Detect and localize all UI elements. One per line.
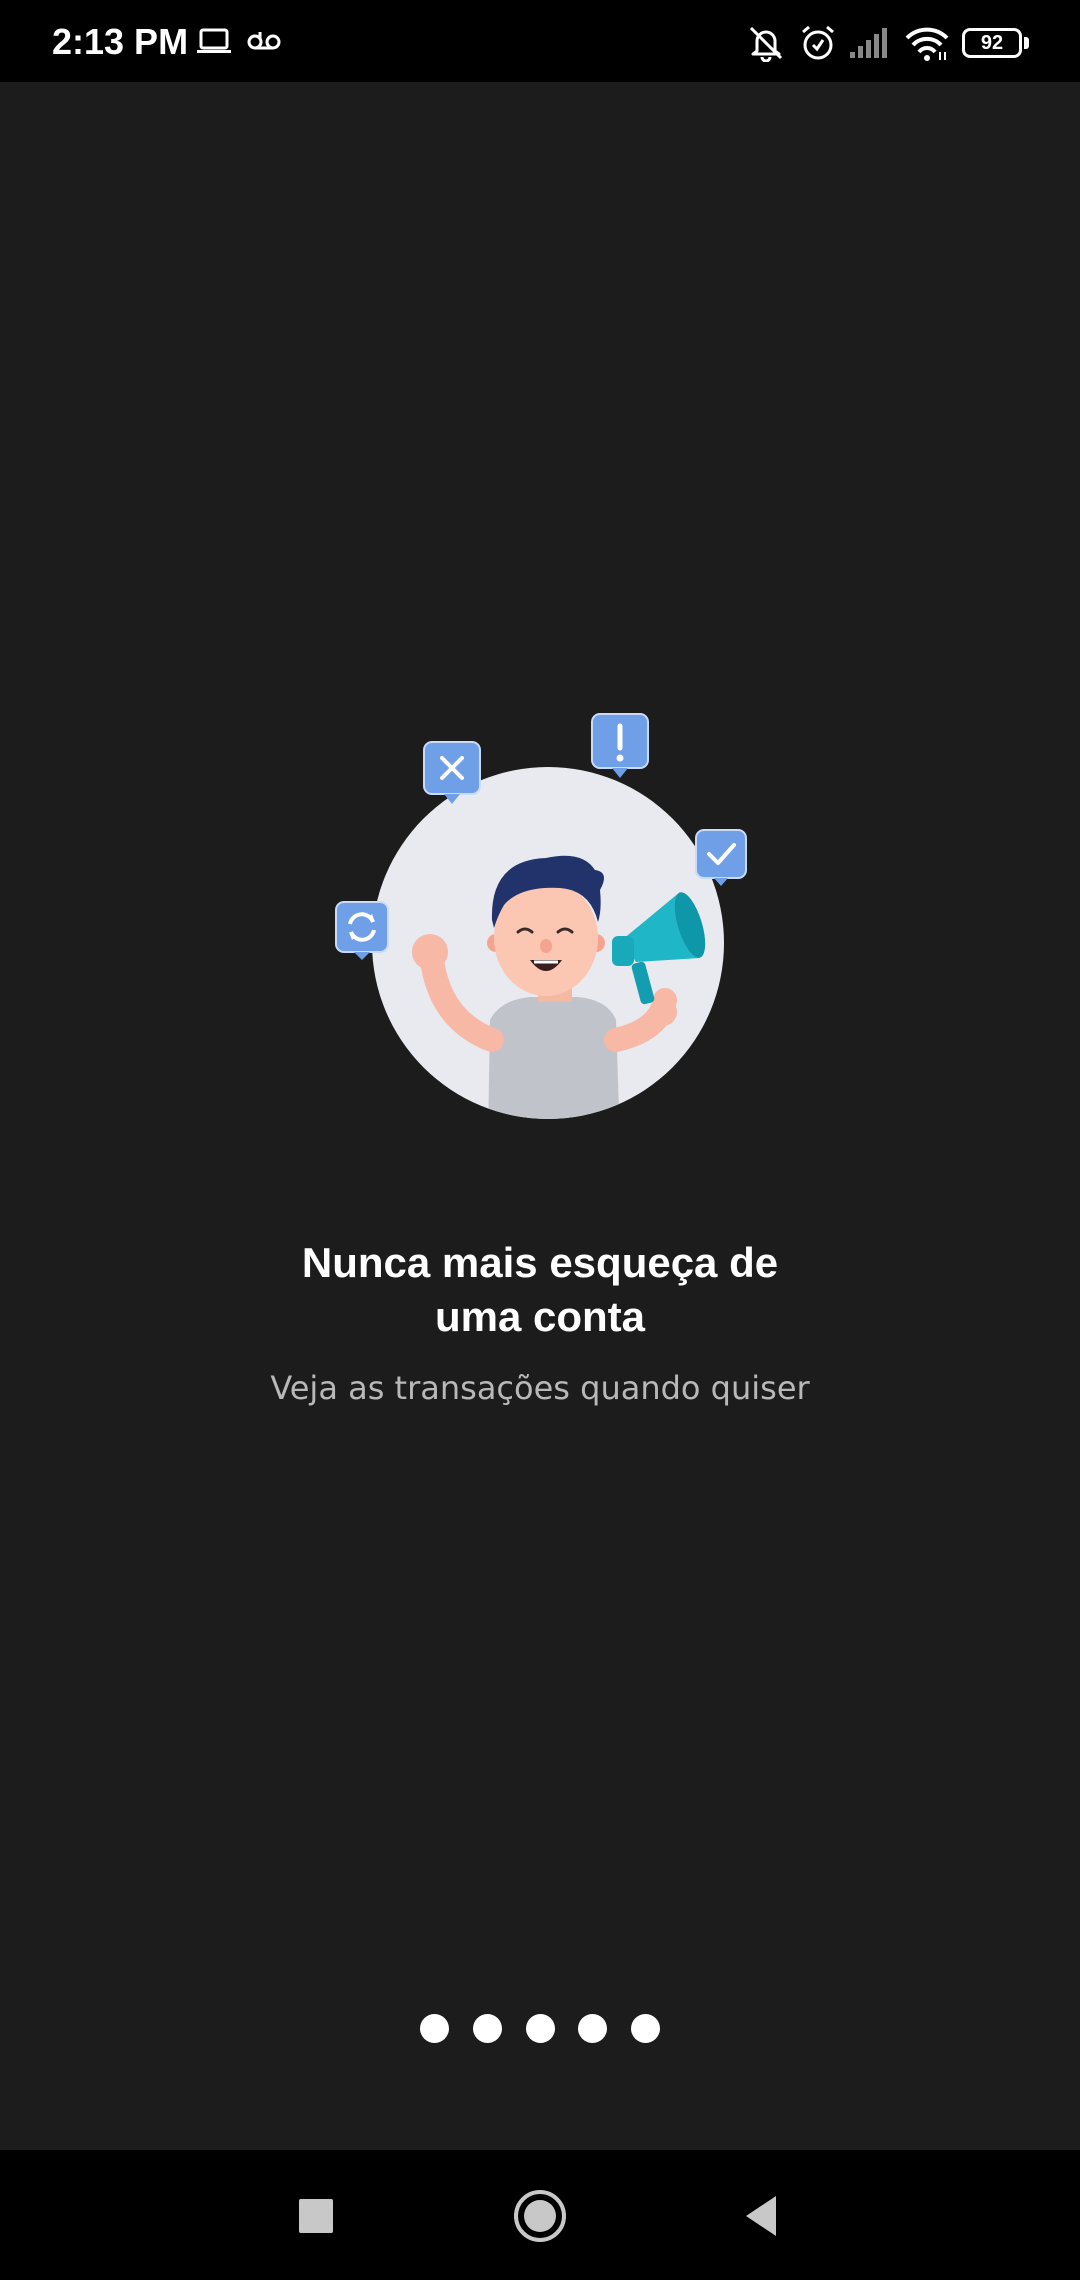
check-bubble-icon (695, 829, 747, 886)
battery-icon: 92 (962, 28, 1022, 58)
onboarding-title: Nunca mais esqueça de uma conta (140, 1236, 940, 1344)
voicemail-icon (247, 32, 281, 50)
home-button[interactable] (500, 2176, 580, 2256)
onboarding-illustration (335, 713, 747, 1119)
refresh-bubble-icon (335, 901, 389, 960)
triangle-back-icon (746, 2196, 776, 2236)
recents-button[interactable] (276, 2176, 356, 2256)
page-dot-5[interactable] (631, 2014, 660, 2043)
alarm-icon (802, 25, 834, 60)
page-dot-2[interactable] (472, 2014, 502, 2043)
page-indicator (420, 2014, 660, 2044)
page-dot-4[interactable] (578, 2014, 608, 2043)
exclamation-bubble-icon (591, 713, 649, 778)
status-time: 2:13 PM (52, 21, 189, 62)
square-icon (299, 2199, 333, 2233)
onboarding-subtitle: Veja as transações quando quiser (270, 1369, 810, 1407)
page-dot-3[interactable] (525, 2014, 555, 2043)
wifi-icon (905, 27, 949, 61)
signal-icon (850, 28, 887, 58)
status-bar: 2:13 PM 92 (0, 0, 1080, 82)
back-button[interactable] (722, 2176, 802, 2256)
title-line-1: Nunca mais esqueça de (301, 1239, 779, 1286)
circle-home-icon (514, 2190, 566, 2242)
battery-tip (1024, 37, 1029, 49)
onboarding-screen: 2:13 PM 92 Nunca mais esqueça de uma con… (0, 0, 1080, 2280)
bell-off-icon (749, 26, 783, 62)
title-line-2: uma conta (434, 1293, 646, 1340)
close-bubble-icon (423, 741, 481, 804)
navigation-bar (0, 2150, 1080, 2280)
page-dot-1[interactable] (420, 2014, 449, 2043)
laptop-icon (197, 28, 231, 53)
